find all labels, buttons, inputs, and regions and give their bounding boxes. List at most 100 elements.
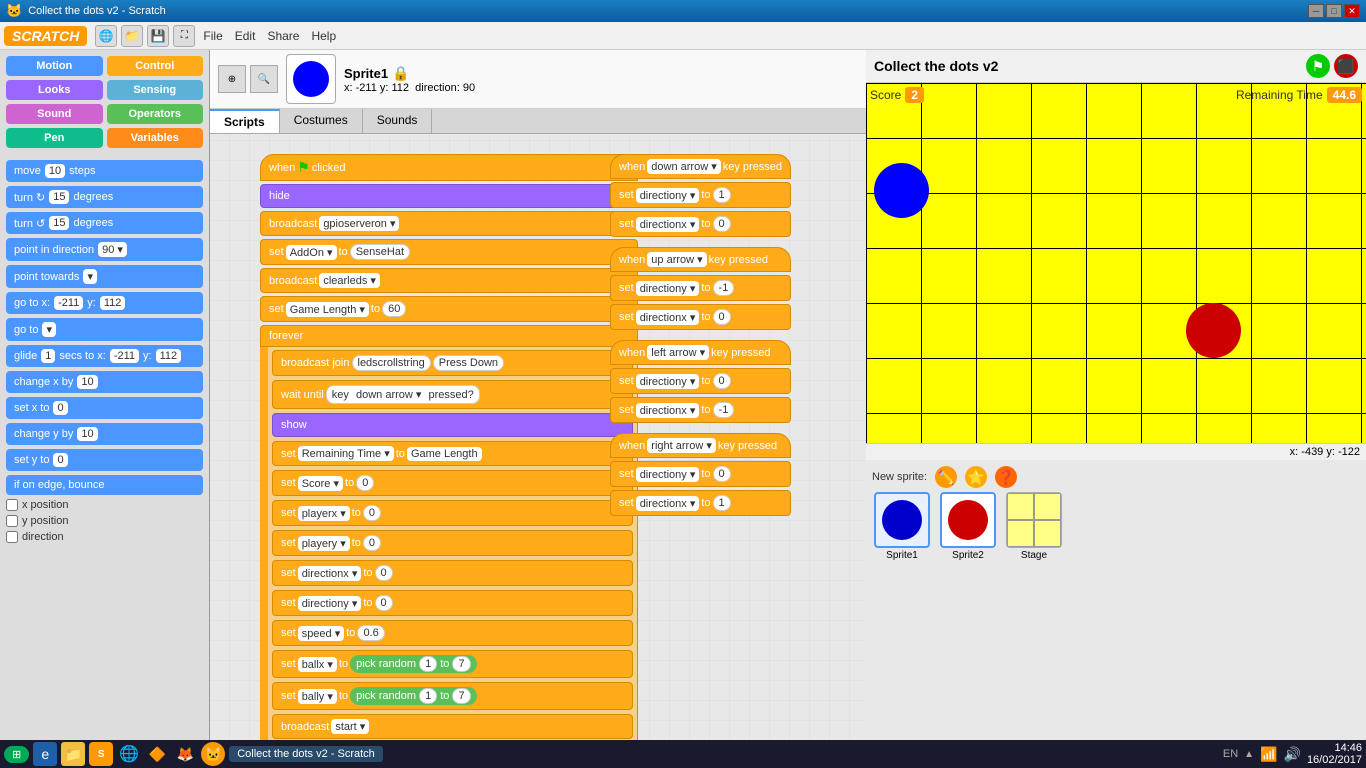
sprite-card-sprite1[interactable]: Sprite1 <box>872 492 932 561</box>
block-move[interactable]: move 10 steps <box>6 160 203 182</box>
block-set-remainingtime[interactable]: set Remaining Time ▾ to Game Length <box>272 441 633 466</box>
block-set-playerx[interactable]: set playerx ▾ to 0 <box>272 500 633 526</box>
block-goto-xy[interactable]: go to x: -211 y: 112 <box>6 292 203 314</box>
fullscreen-icon[interactable]: ⛶ <box>173 25 195 47</box>
block-direction[interactable]: direction <box>6 531 203 543</box>
taskbar-vlc[interactable]: 🔶 <box>145 742 169 766</box>
cat-variables[interactable]: Variables <box>107 128 204 148</box>
block-down-set-directionx[interactable]: set directionx ▾ to 0 <box>610 211 791 237</box>
menu-edit[interactable]: Edit <box>235 29 256 43</box>
taskbar-scratch[interactable]: S <box>89 742 113 766</box>
block-goto[interactable]: go to ▾ <box>6 318 203 341</box>
block-set-directionx1[interactable]: set directionx ▾ to 0 <box>272 560 633 586</box>
block-when-down-pressed[interactable]: when down arrow ▾ key pressed <box>610 154 791 179</box>
block-broadcast-gpio[interactable]: broadcast gpioserveron ▾ <box>260 211 638 236</box>
cat-sensing[interactable]: Sensing <box>107 80 204 100</box>
block-broadcast-start[interactable]: broadcast start ▾ <box>272 714 633 739</box>
globe-icon[interactable]: 🌐 <box>95 25 117 47</box>
sprite-card-sprite2[interactable]: Sprite2 <box>938 492 998 561</box>
start-button[interactable]: ⊞ <box>4 746 29 763</box>
block-up-set-directionx[interactable]: set directionx ▾ to 0 <box>610 304 791 330</box>
menu-file[interactable]: File <box>203 29 222 43</box>
block-point-towards[interactable]: point towards ▾ <box>6 265 203 288</box>
block-turn-left[interactable]: turn ↺ 15 degrees <box>6 212 203 234</box>
maximize-button[interactable]: □ <box>1326 4 1342 18</box>
block-point-direction[interactable]: point in direction 90 ▾ <box>6 238 203 261</box>
block-change-x[interactable]: change x by 10 <box>6 371 203 393</box>
green-flag-button[interactable]: ⚑ <box>1306 54 1330 78</box>
paint-sprite-button[interactable]: ✏️ <box>935 466 957 488</box>
cat-control[interactable]: Control <box>107 56 204 76</box>
taskbar-folder[interactable]: 📁 <box>61 742 85 766</box>
taskbar-firefox[interactable]: 🦊 <box>173 742 197 766</box>
stop-button[interactable]: ⬛ <box>1334 54 1358 78</box>
stage-card[interactable]: Stage <box>1004 492 1064 561</box>
tab-sounds[interactable]: Sounds <box>363 109 433 133</box>
folder-icon[interactable]: 📁 <box>121 25 143 47</box>
script-when-clicked: when ⚑ clicked hide broadcast gpioserver… <box>260 154 638 740</box>
block-set-gamelength[interactable]: set Game Length ▾ to 60 <box>260 296 638 322</box>
block-broadcast-join[interactable]: broadcast join ledscrollstring Press Dow… <box>272 350 633 376</box>
cat-motion[interactable]: Motion <box>6 56 103 76</box>
block-set-score[interactable]: set Score ▾ to 0 <box>272 470 633 496</box>
block-y-position[interactable]: y position <box>6 515 203 527</box>
block-right-set-directionx[interactable]: set directionx ▾ to 1 <box>610 490 791 516</box>
block-when-left-pressed[interactable]: when left arrow ▾ key pressed <box>610 340 791 365</box>
block-set-bally[interactable]: set bally ▾ to pick random 1 to 7 <box>272 682 633 710</box>
block-hide[interactable]: hide <box>260 184 638 208</box>
minimize-button[interactable]: ─ <box>1308 4 1324 18</box>
taskbar-ie[interactable]: e <box>33 742 57 766</box>
taskbar-chrome[interactable]: 🌐 <box>117 742 141 766</box>
tab-costumes[interactable]: Costumes <box>280 109 363 133</box>
random-sprite-button[interactable]: ❓ <box>995 466 1017 488</box>
stage-coords: x: -439 y: -122 <box>866 443 1366 460</box>
stage-header: Collect the dots v2 ⚑ ⬛ <box>866 50 1366 83</box>
block-when-right-pressed[interactable]: when right arrow ▾ key pressed <box>610 433 791 458</box>
cat-sound[interactable]: Sound <box>6 104 103 124</box>
menu-share[interactable]: Share <box>267 29 299 43</box>
zoom-in[interactable]: 🔍 <box>250 65 278 93</box>
taskbar-up-arrow[interactable]: ▲ <box>1244 749 1254 760</box>
block-change-y[interactable]: change y by 10 <box>6 423 203 445</box>
block-left-set-directiony[interactable]: set directiony ▾ to 0 <box>610 368 791 394</box>
score-value: 2 <box>905 87 924 103</box>
block-glide[interactable]: glide 1 secs to x: -211 y: 112 <box>6 345 203 367</box>
taskbar-scratch2[interactable]: 🐱 <box>201 742 225 766</box>
zoom-controls[interactable]: ⊕ <box>218 65 246 93</box>
scripts-area[interactable]: when ⚑ clicked hide broadcast gpioserver… <box>210 134 866 740</box>
block-set-y[interactable]: set y to 0 <box>6 449 203 471</box>
close-button[interactable]: ✕ <box>1344 4 1360 18</box>
block-set-directiony1[interactable]: set directiony ▾ to 0 <box>272 590 633 616</box>
block-wait-until[interactable]: wait until key down arrow ▾ pressed? <box>272 380 633 409</box>
block-show[interactable]: show <box>272 413 633 437</box>
menu-items: File Edit Share Help <box>203 29 336 43</box>
block-bounce[interactable]: if on edge, bounce <box>6 475 203 495</box>
block-right-set-directiony[interactable]: set directiony ▾ to 0 <box>610 461 791 487</box>
block-down-set-directiony[interactable]: set directiony ▾ to 1 <box>610 182 791 208</box>
active-window-button[interactable]: Collect the dots v2 - Scratch <box>229 746 383 762</box>
block-set-speed[interactable]: set speed ▾ to 0.6 <box>272 620 633 646</box>
menu-help[interactable]: Help <box>311 29 336 43</box>
new-sprite-button[interactable]: ⭐ <box>965 466 987 488</box>
block-when-flag-clicked[interactable]: when ⚑ clicked <box>260 154 638 181</box>
block-turn-right[interactable]: turn ↻ 15 degrees <box>6 186 203 208</box>
block-set-addon[interactable]: set AddOn ▾ to SenseHat <box>260 239 638 265</box>
tab-scripts[interactable]: Scripts <box>210 109 280 133</box>
cat-operators[interactable]: Operators <box>107 104 204 124</box>
cat-pen[interactable]: Pen <box>6 128 103 148</box>
sprite-coords: x: -211 y: 112 direction: 90 <box>344 82 475 94</box>
block-when-up-pressed[interactable]: when up arrow ▾ key pressed <box>610 247 791 272</box>
block-forever[interactable]: forever <box>260 325 638 347</box>
block-up-set-directiony[interactable]: set directiony ▾ to -1 <box>610 275 791 301</box>
block-set-playery[interactable]: set playery ▾ to 0 <box>272 530 633 556</box>
block-left-set-directionx[interactable]: set directionx ▾ to -1 <box>610 397 791 423</box>
save-icon[interactable]: 💾 <box>147 25 169 47</box>
block-x-position[interactable]: x position <box>6 499 203 511</box>
block-broadcast-clearleds[interactable]: broadcast clearleds ▾ <box>260 268 638 293</box>
block-set-x[interactable]: set x to 0 <box>6 397 203 419</box>
right-panel: Collect the dots v2 ⚑ ⬛ Score 2 Remainin… <box>866 50 1366 740</box>
block-set-ballx[interactable]: set ballx ▾ to pick random 1 to 7 <box>272 650 633 678</box>
sprites-panel-header: New sprite: ✏️ ⭐ ❓ <box>872 466 1360 488</box>
volume-icon[interactable]: 🔊 <box>1284 746 1301 763</box>
cat-looks[interactable]: Looks <box>6 80 103 100</box>
